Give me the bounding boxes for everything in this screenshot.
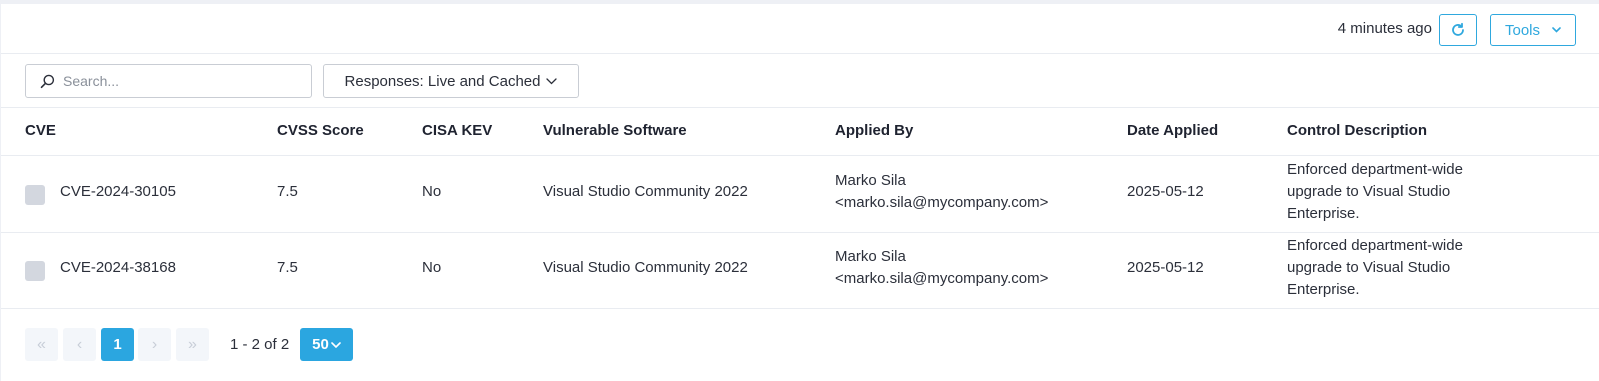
column-header-date-applied[interactable]: Date Applied	[1127, 122, 1218, 139]
last-page-button[interactable]: »	[176, 328, 209, 361]
cvss-score: 7.5	[277, 183, 298, 200]
applied-by: Marko Sila <marko.sila@mycompany.com>	[835, 170, 1048, 214]
column-header-cve[interactable]: CVE	[25, 122, 56, 139]
search-icon	[40, 74, 55, 88]
tools-dropdown-button[interactable]: Tools	[1490, 14, 1576, 46]
pagination: « ‹ 1 › » 1 - 2 of 2 50	[1, 328, 401, 362]
cve-id: CVE-2024-38168	[60, 259, 176, 276]
page-number-button[interactable]: 1	[101, 328, 134, 361]
filter-bar: Responses: Live and Cached	[1, 55, 1599, 108]
applied-by-name: Marko Sila	[835, 248, 906, 265]
cisa-kev: No	[422, 183, 442, 200]
column-header-cvss-score[interactable]: CVSS Score	[277, 122, 364, 139]
applied-by-name: Marko Sila	[835, 172, 906, 189]
refresh-button[interactable]	[1439, 14, 1477, 46]
responses-filter-dropdown[interactable]: Responses: Live and Cached	[323, 64, 579, 98]
column-header-vulnerable-software[interactable]: Vulnerable Software	[543, 122, 687, 139]
search-box	[25, 64, 312, 98]
top-toolbar: 4 minutes ago Tools	[1, 8, 1599, 54]
table-row[interactable]: CVE-2024-30105 7.5 No Visual Studio Comm…	[1, 157, 1599, 233]
per-page-value: 50	[312, 336, 329, 353]
vulnerable-software: Visual Studio Community 2022	[543, 183, 748, 200]
chevron-down-icon	[1552, 27, 1561, 33]
row-checkbox[interactable]	[25, 261, 45, 281]
date-applied: 2025-05-12	[1127, 259, 1204, 276]
page-frame: 4 minutes ago Tools Responses: Live and …	[0, 0, 1599, 381]
row-checkbox[interactable]	[25, 185, 45, 205]
column-header-control-description[interactable]: Control Description	[1287, 122, 1427, 139]
cisa-kev: No	[422, 259, 442, 276]
refresh-icon	[1452, 22, 1464, 36]
control-description: Enforced department-wide upgrade to Visu…	[1287, 159, 1463, 225]
column-header-applied-by[interactable]: Applied By	[835, 122, 913, 139]
applied-by-email: <marko.sila@mycompany.com>	[835, 270, 1049, 287]
vulnerable-software: Visual Studio Community 2022	[543, 259, 748, 276]
first-page-button[interactable]: «	[25, 328, 58, 361]
control-description-line: upgrade to Visual Studio	[1287, 259, 1451, 276]
table-row[interactable]: CVE-2024-38168 7.5 No Visual Studio Comm…	[1, 233, 1599, 309]
search-input[interactable]	[63, 73, 303, 89]
chevron-down-icon	[331, 341, 341, 348]
applied-by: Marko Sila <marko.sila@mycompany.com>	[835, 246, 1048, 290]
control-description-line: Enforced department-wide	[1287, 237, 1463, 254]
chevron-down-icon	[546, 77, 558, 84]
control-description-line: Enforced department-wide	[1287, 161, 1463, 178]
per-page-dropdown[interactable]: 50	[300, 328, 353, 361]
control-description: Enforced department-wide upgrade to Visu…	[1287, 235, 1463, 301]
cve-id: CVE-2024-30105	[60, 183, 176, 200]
table-header: CVE CVSS Score CISA KEV Vulnerable Softw…	[1, 108, 1599, 156]
applied-by-email: <marko.sila@mycompany.com>	[835, 194, 1049, 211]
date-applied: 2025-05-12	[1127, 183, 1204, 200]
last-updated-text: 4 minutes ago	[1337, 20, 1432, 37]
tools-label: Tools	[1504, 21, 1541, 39]
control-description-line: Enterprise.	[1287, 205, 1360, 222]
pagination-range-text: 1 - 2 of 2	[230, 336, 290, 353]
cvss-score: 7.5	[277, 259, 298, 276]
responses-filter-label: Responses: Live and Cached	[344, 72, 541, 90]
previous-page-button[interactable]: ‹	[63, 328, 96, 361]
control-description-line: Enterprise.	[1287, 281, 1360, 298]
column-header-cisa-kev[interactable]: CISA KEV	[422, 122, 492, 139]
control-description-line: upgrade to Visual Studio	[1287, 183, 1451, 200]
next-page-button[interactable]: ›	[138, 328, 171, 361]
